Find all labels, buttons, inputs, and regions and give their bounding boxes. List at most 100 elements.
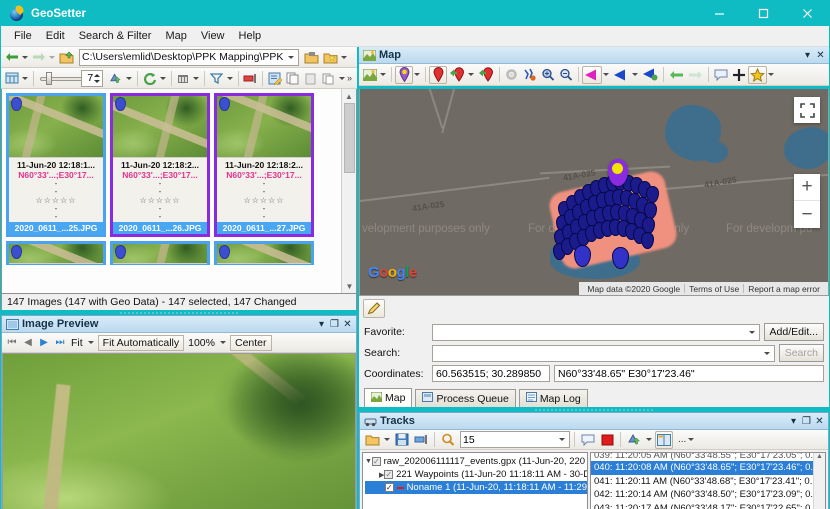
redo-icon[interactable]: [686, 66, 705, 84]
previous-marker-dropdown-icon[interactable]: [603, 73, 609, 76]
map-panel-close-button[interactable]: ✕: [814, 50, 827, 61]
geotag-dropdown-icon[interactable]: [126, 76, 133, 80]
refresh-icon[interactable]: [141, 69, 159, 87]
first-image-button[interactable]: ⏮: [5, 337, 19, 348]
expand-collapse-icon[interactable]: ▼: [365, 458, 372, 465]
waypoint-row[interactable]: 042: 11:20:14 AM (N60°33'48.50"; E30°17'…: [591, 488, 825, 502]
waypoint-list[interactable]: 039: 11:20:05 AM (N60°33'48.55"; E30°17'…: [590, 452, 826, 509]
favorite-star-icon[interactable]: [748, 65, 767, 84]
time-offset-dropdown-icon[interactable]: [559, 438, 565, 441]
menu-item-map[interactable]: Map: [158, 28, 193, 44]
thumbnail-browser[interactable]: 11-Jun-20 12:18:1... N60°33'...;E30°17..…: [1, 89, 357, 294]
add-icon[interactable]: [730, 66, 748, 84]
copy-multi-icon[interactable]: [320, 69, 338, 87]
terms-of-use-link[interactable]: Terms of Use: [685, 284, 743, 294]
time-offset-combo[interactable]: 15: [460, 431, 570, 448]
view-dropdown-icon[interactable]: [22, 76, 28, 80]
image-preview-collapse-button[interactable]: ▾: [315, 319, 328, 330]
scroll-down-icon[interactable]: ▼: [342, 279, 356, 293]
rename-track-icon[interactable]: [412, 431, 430, 449]
preview-image[interactable]: [2, 353, 356, 509]
map-canvas[interactable]: velopment purposes only For development …: [359, 89, 829, 296]
fit-mode-button[interactable]: Fit Automatically: [97, 334, 185, 351]
image-preview-maximize-button[interactable]: ❐: [328, 319, 341, 330]
open-folder-button[interactable]: [302, 48, 321, 66]
show-tracks-icon[interactable]: [521, 66, 539, 84]
show-position-icon[interactable]: [395, 65, 413, 84]
thumbnail-item[interactable]: 11-Jun-20 12:18:2... N60°33'...;E30°17..…: [110, 93, 210, 237]
menu-item-search-filter[interactable]: Search & Filter: [72, 28, 159, 44]
search-input[interactable]: [432, 344, 775, 362]
thumbnail-item[interactable]: 11-Jun-20 12:18:2... N60°33'...;E30°17..…: [214, 93, 314, 237]
balloon-icon[interactable]: [579, 431, 597, 449]
scroll-up-icon[interactable]: ▲: [814, 453, 825, 465]
map-type-icon[interactable]: [361, 66, 379, 84]
favorite-folder-dropdown-icon[interactable]: [341, 55, 347, 59]
tree-row-track[interactable]: ✓ Noname 1 (11-Jun-20, 11:18:11 AM - 11:…: [365, 481, 587, 494]
green-marker-icon[interactable]: [447, 66, 467, 84]
previous-image-marker-icon[interactable]: [582, 65, 602, 84]
next-image-button[interactable]: ▶: [37, 337, 51, 348]
minimize-button[interactable]: [697, 1, 741, 26]
forward-dropdown-icon[interactable]: [49, 55, 55, 59]
show-position-dropdown-icon[interactable]: [414, 73, 420, 76]
zoom-in-icon[interactable]: [539, 66, 557, 84]
filter-dropdown-icon[interactable]: [226, 76, 233, 80]
balloon-icon[interactable]: [712, 66, 730, 84]
track-checkbox[interactable]: ✓: [384, 483, 394, 492]
gpx-file-checkbox[interactable]: ✓: [371, 457, 381, 466]
map-panel-collapse-button[interactable]: ▾: [801, 50, 814, 61]
tracks-tree[interactable]: ▼ ✓ raw_202006111117_events.gpx (11-Jun-…: [362, 452, 588, 509]
navigate-blue-icon[interactable]: [611, 66, 631, 84]
navigate-blue-assign-icon[interactable]: [640, 66, 660, 84]
waypoint-row[interactable]: 043: 11:20:17 AM (N60°33'48.17"; E30°17'…: [591, 502, 825, 509]
menu-item-edit[interactable]: Edit: [39, 28, 72, 44]
menu-item-help[interactable]: Help: [232, 28, 269, 44]
fullscreen-button[interactable]: [794, 97, 820, 123]
waypoint-vertical-scrollbar[interactable]: ▲ ▼: [813, 453, 825, 509]
save-track-icon[interactable]: [393, 431, 411, 449]
thumbnail-item[interactable]: [214, 241, 314, 265]
scroll-up-icon[interactable]: ▲: [342, 89, 356, 103]
map-zoom-controls[interactable]: + −: [794, 174, 820, 228]
coordinates-decimal-field[interactable]: 60.563515; 30.289850: [432, 365, 550, 382]
toolbar-overflow-button[interactable]: »: [347, 73, 355, 83]
forward-button[interactable]: [30, 48, 48, 66]
report-map-error-link[interactable]: Report a map error: [744, 284, 824, 294]
menu-item-file[interactable]: File: [7, 28, 39, 44]
zoom-dropdown-icon[interactable]: [219, 341, 226, 344]
copy-multi-dropdown-icon[interactable]: [338, 76, 345, 80]
maximize-button[interactable]: [741, 1, 785, 26]
waypoints-checkbox[interactable]: ✓: [384, 470, 394, 479]
find-images-icon[interactable]: [174, 69, 192, 87]
tree-row-waypoints[interactable]: ▶ ✓ 221 Waypoints (11-Jun-20 11:18:11 AM…: [365, 468, 587, 481]
add-edit-button[interactable]: Add/Edit...: [763, 323, 824, 341]
tracks-more-dropdown-icon[interactable]: [688, 438, 695, 441]
green-marker-dropdown-icon[interactable]: [468, 73, 474, 76]
open-track-icon[interactable]: [363, 431, 382, 449]
assign-marker-icon[interactable]: [476, 66, 496, 84]
tracks-close-button[interactable]: ✕: [813, 416, 826, 427]
last-image-button[interactable]: ⏭: [53, 337, 67, 348]
map-settings-icon[interactable]: [503, 66, 521, 84]
favorite-dropdown-icon[interactable]: [748, 330, 755, 334]
edit-data-icon[interactable]: [266, 69, 284, 87]
zoom-in-button[interactable]: +: [794, 174, 820, 201]
search-button[interactable]: Search: [778, 344, 824, 362]
search-icon[interactable]: [439, 431, 457, 449]
zoom-out-button[interactable]: −: [794, 201, 820, 228]
tracks-maximize-button[interactable]: ❐: [800, 416, 813, 427]
red-marker-icon[interactable]: [429, 65, 447, 84]
previous-image-button[interactable]: ◀: [21, 337, 35, 348]
columns-spinner[interactable]: 7: [81, 69, 104, 87]
center-button[interactable]: Center: [229, 334, 272, 351]
photo-marker-cluster[interactable]: [546, 159, 680, 272]
thumbnail-item[interactable]: [6, 241, 106, 265]
tab-map[interactable]: Map: [364, 388, 413, 407]
search-dropdown-icon[interactable]: [763, 351, 770, 355]
geotag-images-icon[interactable]: [107, 69, 125, 87]
thumbnail-size-slider[interactable]: [39, 71, 102, 86]
coordinates-dms-field[interactable]: N60°33'48.65" E30°17'23.46": [554, 365, 824, 382]
filter-icon[interactable]: [208, 69, 226, 87]
path-dropdown-icon[interactable]: [288, 55, 294, 59]
